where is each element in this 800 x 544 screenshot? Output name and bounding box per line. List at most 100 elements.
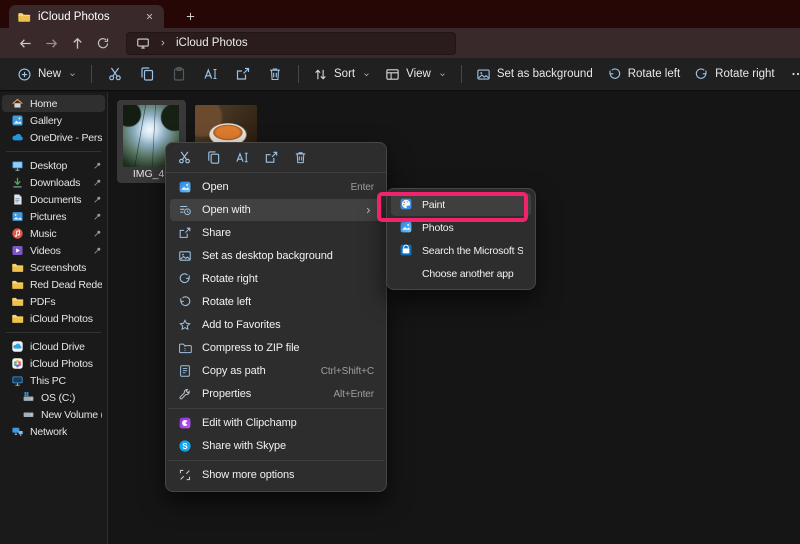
open-with-submenu: Paint Photos Search the Microsoft StoreCho…: [386, 188, 536, 290]
context-menu-item-open[interactable]: OpenEnter: [170, 176, 382, 198]
rename-icon: [203, 66, 219, 82]
context-menu-item-properties[interactable]: PropertiesAlt+Enter: [170, 383, 382, 405]
delete-button[interactable]: [259, 61, 291, 87]
folder-icon: [11, 261, 24, 274]
sidebar-item-label: iCloud Photos: [30, 358, 102, 370]
sidebar-item-videos[interactable]: Videos: [2, 242, 105, 259]
store-icon: [399, 243, 413, 257]
tab-icloud-photos[interactable]: iCloud Photos: [9, 5, 164, 28]
sidebar-item-red-dead-redemptio[interactable]: Red Dead Redemptio: [2, 276, 105, 293]
sidebar-item-onedrive-personal[interactable]: OneDrive - Personal: [2, 129, 105, 146]
sidebar-item-label: Red Dead Redemptio: [30, 279, 102, 291]
star-icon: [178, 318, 192, 332]
context-menu-item-share[interactable]: Share: [170, 222, 382, 244]
quick-action-delete-button[interactable]: [290, 147, 311, 168]
context-menu-item-compress-to-zip-file[interactable]: Compress to ZIP file: [170, 337, 382, 359]
new-tab-button[interactable]: [180, 6, 200, 26]
context-menu-item-set-as-desktop-background[interactable]: Set as desktop background: [170, 245, 382, 267]
forward-button[interactable]: [38, 31, 64, 55]
sidebar-item-documents[interactable]: Documents: [2, 191, 105, 208]
more-options-button[interactable]: [782, 61, 800, 87]
sidebar-item-label: Home: [30, 98, 102, 110]
sidebar-item-screenshots[interactable]: Screenshots: [2, 259, 105, 276]
context-menu-item-rotate-right[interactable]: Rotate right: [170, 268, 382, 290]
sidebar-item-pdfs[interactable]: PDFs: [2, 293, 105, 310]
desktop-icon: [11, 159, 24, 172]
sidebar-item-desktop[interactable]: Desktop: [2, 157, 105, 174]
context-menu-item-copy-as-path[interactable]: Copy as pathCtrl+Shift+C: [170, 360, 382, 382]
cut-button[interactable]: [99, 61, 131, 87]
up-icon: [70, 36, 85, 51]
sidebar-separator: [6, 332, 101, 333]
rotate-left-button[interactable]: Rotate left: [600, 62, 687, 87]
rotate-right-button[interactable]: Rotate right: [687, 62, 781, 87]
chevron-right-icon: [158, 38, 168, 48]
icloud-photos-icon: [11, 357, 24, 370]
sidebar-item-icloud-photos[interactable]: iCloud Photos: [2, 310, 105, 327]
quick-action-cut-button[interactable]: [174, 147, 195, 168]
open-with-item-search-the-microsoft-store[interactable]: Search the Microsoft Store: [391, 239, 531, 262]
up-button[interactable]: [64, 31, 90, 55]
context-menu: OpenEnter Open with Share Set as desktop ba…: [165, 142, 387, 492]
context-menu-item-edit-with-clipchamp[interactable]: Edit with Clipchamp: [170, 412, 382, 434]
new-icon: [17, 67, 32, 82]
clipchamp-icon: [178, 416, 192, 430]
sidebar-item-music[interactable]: Music: [2, 225, 105, 242]
share-button[interactable]: [227, 61, 259, 87]
context-menu-item-add-to-favorites[interactable]: Add to Favorites: [170, 314, 382, 336]
rotate-left-icon: [178, 295, 192, 309]
network-icon: [11, 425, 24, 438]
sidebar-item-icloud-drive[interactable]: iCloud Drive: [2, 338, 105, 355]
context-menu-item-share-with-skype[interactable]: SShare with Skype: [170, 435, 382, 457]
paste-button[interactable]: [163, 61, 195, 87]
context-menu-item-open-with[interactable]: Open with: [170, 199, 382, 221]
open-with-item-paint[interactable]: Paint: [391, 193, 531, 216]
sidebar-item-icloud-photos[interactable]: iCloud Photos: [2, 355, 105, 372]
sidebar-item-network[interactable]: Network: [2, 423, 105, 440]
menu-item-label: Copy as path: [202, 365, 266, 377]
view-button[interactable]: View: [378, 62, 454, 87]
quick-action-share-button[interactable]: [261, 147, 282, 168]
quick-action-rename-button[interactable]: [232, 147, 253, 168]
back-button[interactable]: [12, 31, 38, 55]
set-as-background-label: Set as background: [497, 68, 593, 80]
chevron-down-icon: [438, 70, 447, 79]
menu-item-shortcut: Enter: [351, 182, 374, 193]
copy-button[interactable]: [131, 61, 163, 87]
new-icon: [17, 67, 32, 82]
context-menu-item-rotate-left[interactable]: Rotate left: [170, 291, 382, 313]
new-button[interactable]: New: [10, 62, 84, 87]
sidebar-item-label: iCloud Drive: [30, 341, 102, 353]
sidebar-item-pictures[interactable]: Pictures: [2, 208, 105, 225]
context-menu-item-show-more-options[interactable]: Show more options: [170, 464, 382, 486]
sort-button[interactable]: Sort: [306, 62, 378, 87]
zip-icon: [178, 341, 192, 355]
sidebar-item-gallery[interactable]: Gallery: [2, 112, 105, 129]
refresh-button[interactable]: [90, 31, 116, 55]
submenu-item-label: Photos: [422, 222, 454, 234]
rename-button[interactable]: [195, 61, 227, 87]
open-with-item-choose-another-app[interactable]: Choose another app: [391, 262, 531, 285]
folder-icon: [11, 278, 24, 291]
quick-action-copy-button[interactable]: [203, 147, 224, 168]
sidebar-item-home[interactable]: Home: [2, 95, 105, 112]
paint-app-icon: [399, 197, 413, 211]
sidebar-item-label: PDFs: [30, 296, 102, 308]
address-bar[interactable]: iCloud Photos: [126, 32, 456, 55]
sidebar-item-downloads[interactable]: Downloads: [2, 174, 105, 191]
cut-icon: [177, 150, 192, 165]
submenu-item-label: Paint: [422, 199, 445, 211]
close-tab-icon[interactable]: [142, 10, 156, 24]
menu-item-label: Open with: [202, 204, 251, 216]
drive-icon: [22, 408, 35, 421]
sidebar-item-new-volume-d[interactable]: New Volume (D:): [2, 406, 105, 423]
set-as-background-button[interactable]: Set as background: [469, 62, 600, 87]
sidebar-item-this-pc[interactable]: This PC: [2, 372, 105, 389]
menu-item-label: Rotate left: [202, 296, 251, 308]
back-icon: [18, 36, 33, 51]
share-icon: [264, 150, 279, 165]
menu-item-label: Set as desktop background: [202, 250, 333, 262]
sidebar-item-os-c[interactable]: OS (C:): [2, 389, 105, 406]
open-with-item-photos[interactable]: Photos: [391, 216, 531, 239]
sidebar-item-label: OS (C:): [41, 392, 102, 404]
